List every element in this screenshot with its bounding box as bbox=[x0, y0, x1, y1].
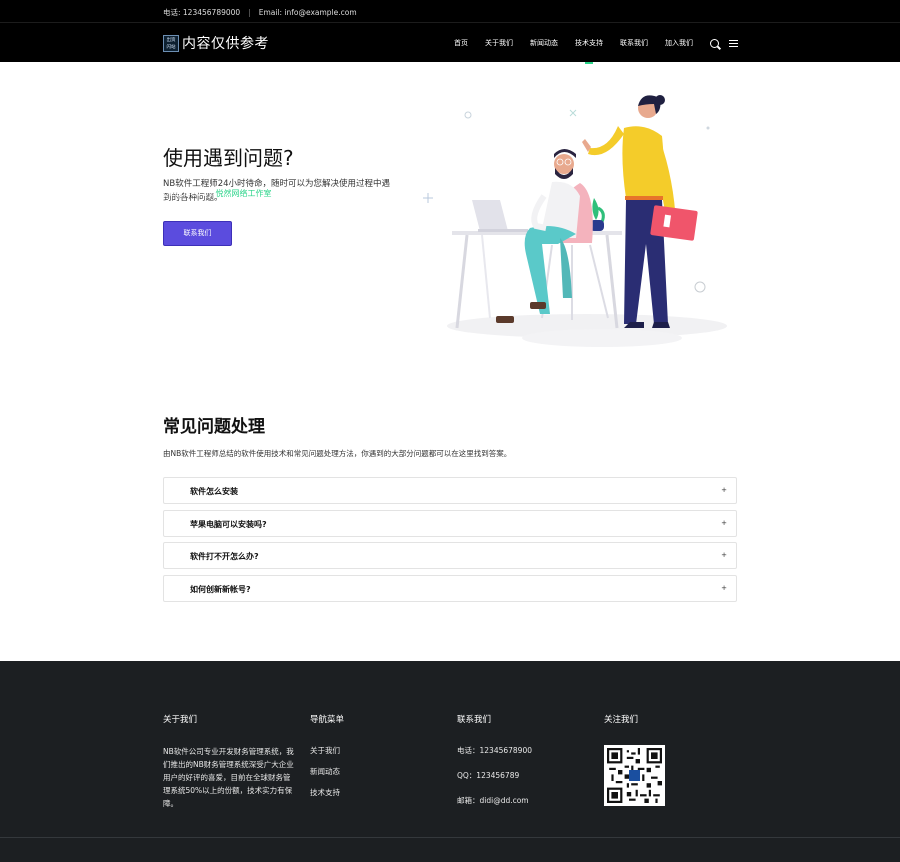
footer-phone: 电话：12345678900 bbox=[457, 746, 532, 755]
menu-icon[interactable] bbox=[729, 38, 738, 49]
footer-contact: 联系我们 电话：12345678900 QQ：123456789 邮箱：didi… bbox=[457, 713, 532, 820]
topbar-email[interactable]: Email: info@example.com bbox=[259, 8, 357, 17]
footer-link-news[interactable]: 新闻动态 bbox=[310, 766, 344, 777]
hero-title: 使用遇到问题? bbox=[163, 146, 294, 170]
footer-link-support[interactable]: 技术支持 bbox=[310, 787, 344, 798]
faq-question: 软件怎么安装 bbox=[190, 487, 238, 496]
footer-email[interactable]: 邮箱：didi@dd.com bbox=[457, 795, 532, 806]
expand-icon[interactable]: + bbox=[721, 551, 727, 559]
nav-item-support[interactable]: 技术支持 bbox=[575, 38, 603, 65]
faq-subtitle: 由NB软件工程师总结的软件使用技术和常见问题处理方法，你遇到的大部分问题都可以在… bbox=[163, 449, 512, 458]
nav-item-news[interactable]: 新闻动态 bbox=[530, 38, 558, 48]
footer-follow-title: 关注我们 bbox=[604, 715, 639, 725]
main-nav: 首页 关于我们 新闻动态 技术支持 联系我们 加入我们 bbox=[437, 38, 738, 65]
contact-us-button[interactable]: 联系我们 bbox=[163, 221, 232, 246]
expand-icon[interactable]: + bbox=[721, 584, 727, 592]
footer-contact-title: 联系我们 bbox=[457, 715, 492, 725]
faq-item[interactable]: 如何创新新帐号? + bbox=[163, 574, 737, 602]
footer-about: 关于我们 NB软件公司专业开发财务管理系统，我们推出的NB财务管理系统深受广大企… bbox=[163, 713, 295, 810]
nav-item-contact[interactable]: 联系我们 bbox=[620, 38, 648, 48]
faq-title: 常见问题处理 bbox=[163, 417, 265, 437]
nav-item-home[interactable]: 首页 bbox=[454, 38, 468, 48]
topbar-separator: | bbox=[248, 8, 251, 17]
faq-item[interactable]: 苹果电脑可以安装吗? + bbox=[163, 509, 737, 537]
footer-nav: 导航菜单 关于我们 新闻动态 技术支持 bbox=[310, 713, 344, 808]
logo-mark-icon: 出资 闪站 bbox=[163, 34, 179, 52]
footer-nav-title: 导航菜单 bbox=[310, 715, 345, 725]
footer-about-text: NB软件公司专业开发财务管理系统，我们推出的NB财务管理系统深受广大企业用户的好… bbox=[163, 747, 294, 808]
footer-about-title: 关于我们 bbox=[163, 715, 198, 725]
site-footer: 关于我们 NB软件公司专业开发财务管理系统，我们推出的NB财务管理系统深受广大企… bbox=[0, 661, 900, 862]
site-logo[interactable]: 出资 闪站 内容仅供参考 bbox=[163, 33, 269, 53]
footer-divider bbox=[0, 837, 900, 838]
expand-icon[interactable]: + bbox=[721, 519, 727, 527]
expand-icon[interactable]: + bbox=[721, 486, 727, 494]
site-header: 出资 闪站 内容仅供参考 首页 关于我们 新闻动态 技术支持 联系我们 加入我们 bbox=[0, 22, 900, 65]
qr-code-icon bbox=[607, 748, 662, 803]
footer-credit: Designed by 悦然网络工作室 bbox=[163, 189, 272, 198]
support-illustration bbox=[423, 95, 727, 347]
faq-item[interactable]: 软件怎么安装 + bbox=[163, 477, 737, 504]
topbar-phone: 电话: 123456789000 bbox=[163, 8, 241, 17]
qr-code bbox=[604, 745, 665, 806]
logo-text: 内容仅供参考 bbox=[182, 36, 269, 52]
footer-follow: 关注我们 bbox=[604, 713, 665, 806]
top-contact-bar: 电话: 123456789000 | Email: info@example.c… bbox=[0, 0, 900, 22]
nav-item-about[interactable]: 关于我们 bbox=[485, 38, 513, 48]
faq-question: 苹果电脑可以安装吗? bbox=[190, 519, 267, 529]
faq-question: 软件打不开怎么办? bbox=[190, 552, 259, 561]
nav-item-join[interactable]: 加入我们 bbox=[665, 38, 693, 48]
footer-qq: QQ：123456789 bbox=[457, 771, 520, 780]
footer-link-about[interactable]: 关于我们 bbox=[310, 745, 344, 756]
credit-brand-link[interactable]: 悦然网络工作室 bbox=[216, 189, 272, 198]
faq-list: 软件怎么安装 + 苹果电脑可以安装吗? + 软件打不开怎么办? + 如何创新新帐… bbox=[163, 477, 737, 607]
faq-item[interactable]: 软件打不开怎么办? + bbox=[163, 542, 737, 569]
search-icon[interactable] bbox=[710, 38, 719, 48]
faq-question: 如何创新新帐号? bbox=[190, 584, 251, 594]
